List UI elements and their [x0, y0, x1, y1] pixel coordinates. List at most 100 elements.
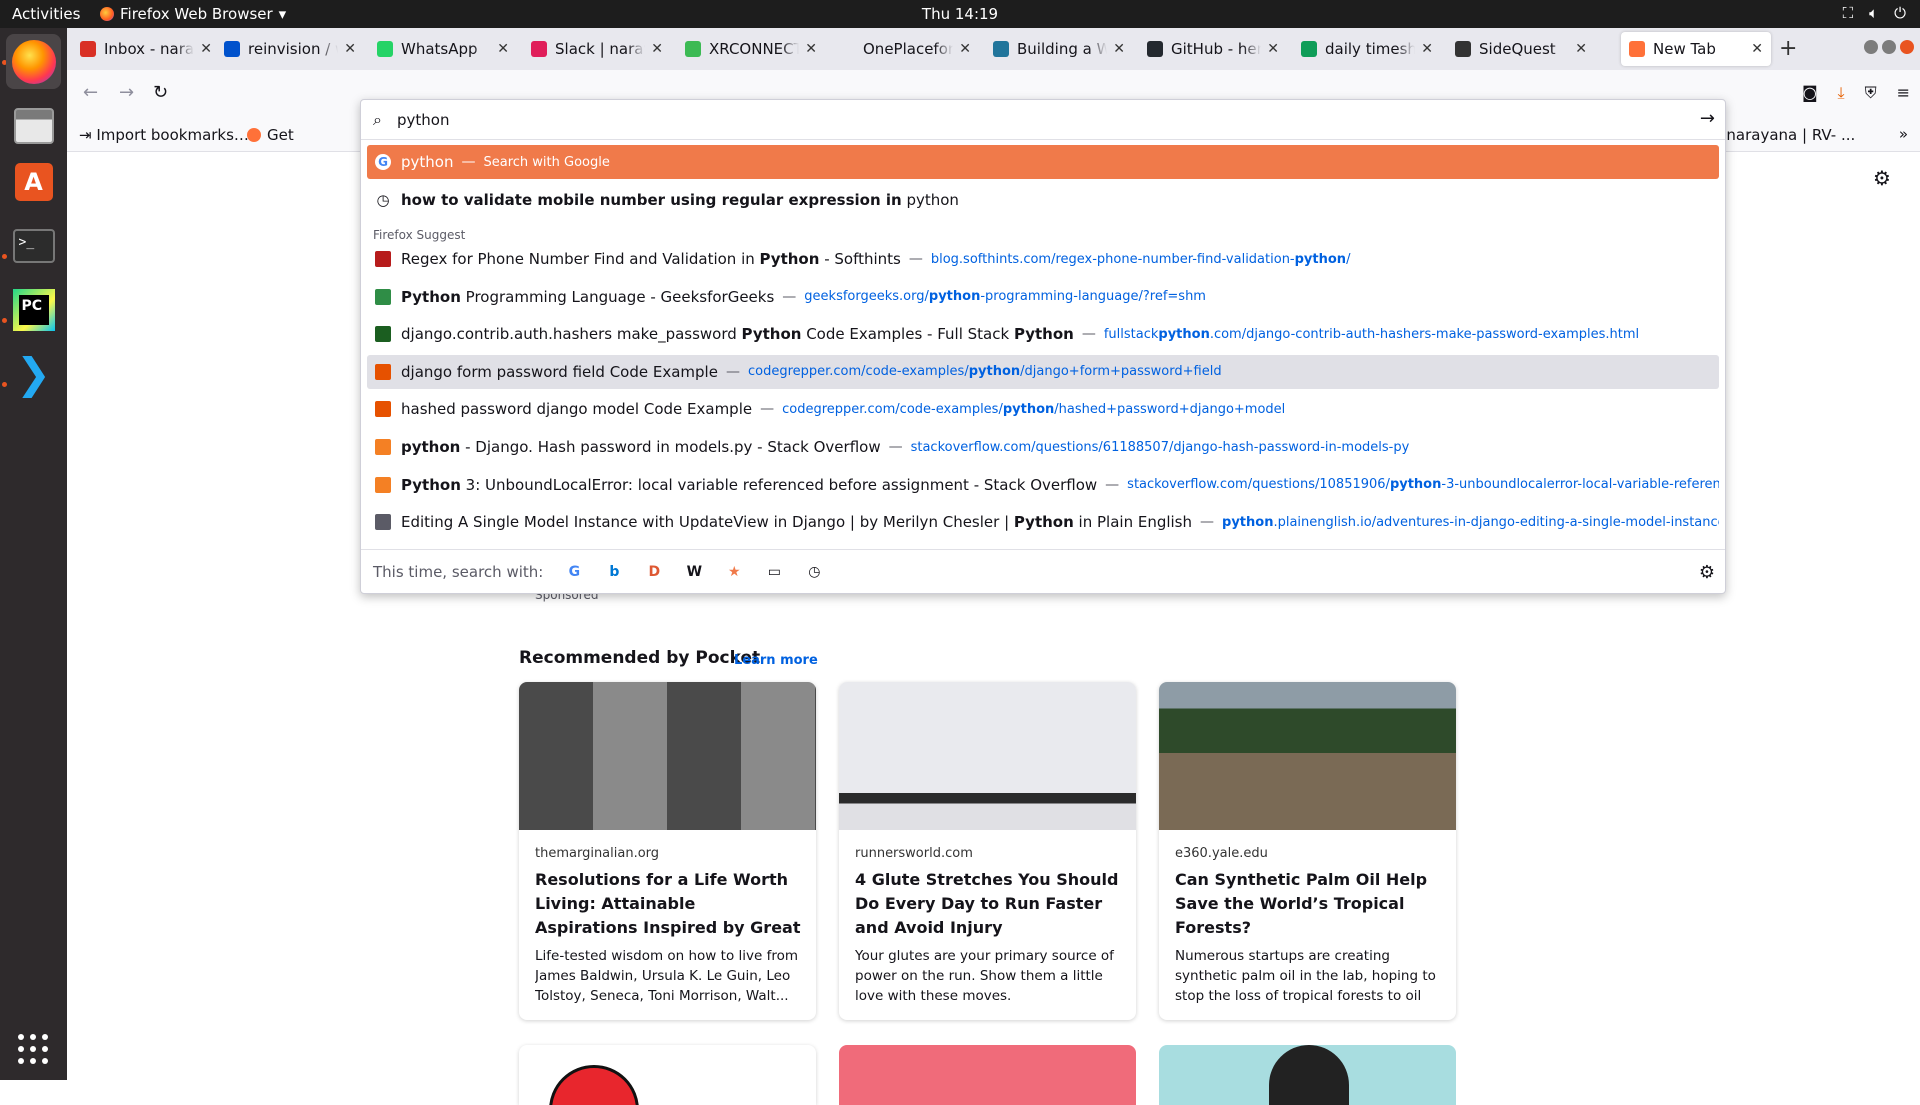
history-suggestion-row[interactable]: ◷ how to validate mobile number using re… — [367, 183, 1719, 217]
downloads-icon[interactable]: ⤓ — [1838, 83, 1845, 103]
go-arrow-icon[interactable]: → — [1700, 108, 1715, 129]
search-settings-gear-icon[interactable]: ⚙ — [1699, 562, 1715, 583]
tab-10[interactable]: New Tab ✕ — [1621, 32, 1771, 66]
tab-title: GitHub - heroku — [1171, 40, 1262, 58]
suggest-result-row[interactable]: Editing A Single Model Instance with Upd… — [367, 505, 1719, 539]
tab-favicon — [839, 41, 855, 57]
title-part: Programming Language - GeeksforGeeks — [460, 287, 775, 306]
card-title: Resolutions for a Life Worth Living: Att… — [535, 870, 801, 937]
power-icon[interactable]: ⏻ — [1894, 4, 1906, 22]
tab-close-icon[interactable]: ✕ — [1267, 41, 1279, 57]
tab-8[interactable]: daily timesheet ✕ — [1293, 32, 1441, 66]
tab-close-icon[interactable]: ✕ — [344, 41, 356, 57]
files-icon — [13, 107, 54, 144]
suggest-result-row[interactable]: Python Programming Language - GeeksforGe… — [367, 280, 1719, 314]
pocket-card[interactable]: themarginalian.org Resolutions for a Life… — [519, 682, 816, 1020]
clock[interactable]: Thu 14:19 — [0, 5, 1920, 23]
tab-close-icon[interactable]: ✕ — [959, 41, 971, 57]
history-text-bold: how to validate mobile number using regu… — [401, 191, 902, 209]
system-tray[interactable]: ⛶ 🔈︎ ⏻ — [1843, 4, 1906, 22]
url-input[interactable] — [397, 108, 1647, 132]
reload-icon[interactable]: ↻ — [153, 82, 168, 103]
site-favicon — [375, 363, 391, 380]
minimize-button[interactable] — [1864, 40, 1878, 54]
pocket-card[interactable]: e360.yale.edu Can Synthetic Palm Oil Help… — [1159, 682, 1456, 1020]
suggest-result-row[interactable]: django form password field Code Example —… — [367, 354, 1719, 389]
personalize-gear-icon[interactable]: ⚙ — [1873, 166, 1891, 190]
suggest-result-row[interactable]: python - Django. Hash password in models… — [367, 430, 1719, 464]
maximize-button[interactable] — [1882, 40, 1896, 54]
tab-0[interactable]: Inbox - narayana ✕ — [72, 32, 220, 66]
back-icon[interactable]: ← — [83, 82, 98, 103]
app-center-launcher[interactable]: A — [6, 154, 61, 209]
tab-2[interactable]: WhatsApp ✕ — [369, 32, 517, 66]
tab-1[interactable]: reinvision / web ✕ — [216, 32, 364, 66]
learn-more-link[interactable]: Learn more — [734, 653, 818, 668]
suggest-result-row[interactable]: Regex for Phone Number Find and Validati… — [367, 242, 1719, 276]
tab-close-icon[interactable]: ✕ — [651, 41, 663, 57]
pycharm-launcher[interactable]: PC — [6, 282, 61, 337]
pocket-card[interactable]: runnersworld.com 4 Glute Stretches You Sh… — [839, 682, 1136, 1020]
pocket-card-lower[interactable] — [519, 1045, 816, 1105]
url-part: -3-unboundlocalerror-local-variable-refe… — [1441, 477, 1719, 493]
import-bookmarks-link[interactable]: ⇥ Import bookmarks… — [79, 126, 249, 144]
duckduckgo-icon[interactable]: D — [645, 563, 663, 581]
url-part: blog.softhints.com/regex-phone-number-fi… — [930, 251, 1295, 267]
tab-close-icon[interactable]: ✕ — [497, 41, 509, 57]
volume-icon[interactable]: 🔈︎ — [1869, 4, 1878, 22]
suggest-result-row[interactable]: django.contrib.auth.hashers make_passwor… — [367, 317, 1719, 351]
separator: — — [725, 363, 740, 380]
url-part: stackoverflow.com/questions/61188507/dja… — [910, 439, 1410, 455]
tab-close-icon[interactable]: ✕ — [200, 41, 212, 57]
tab-favicon — [377, 41, 393, 57]
new-tab-button[interactable]: + — [1779, 36, 1797, 61]
tab-close-icon[interactable]: ✕ — [805, 41, 817, 57]
title-part: Python — [401, 287, 461, 306]
wikipedia-icon[interactable]: W — [685, 563, 703, 581]
pocket-card-lower[interactable] — [839, 1045, 1136, 1105]
search-suggestion-row[interactable]: G python — Search with Google — [367, 145, 1719, 179]
tab-6[interactable]: Building a Web ✕ — [985, 32, 1133, 66]
title-part: - Softhints — [819, 250, 901, 268]
hamburger-menu-icon[interactable]: ≡ — [1897, 83, 1910, 103]
card-image — [839, 682, 1136, 830]
bookmarks-overflow-icon[interactable]: » — [1899, 125, 1908, 143]
bing-icon[interactable]: b — [605, 563, 623, 581]
close-window-button[interactable] — [1900, 40, 1914, 54]
tab-close-icon[interactable]: ✕ — [1751, 41, 1763, 57]
tab-close-icon[interactable]: ✕ — [1575, 41, 1587, 57]
title-part: Python — [759, 250, 820, 268]
files-launcher[interactable] — [6, 98, 61, 153]
result-url: geeksforgeeks.org/python-programming-lan… — [804, 289, 1206, 304]
bookmark-get-label: Get — [267, 126, 294, 144]
history-icon[interactable]: ◷ — [805, 563, 823, 581]
tab-7[interactable]: GitHub - heroku ✕ — [1139, 32, 1287, 66]
pocket-card-lower[interactable] — [1159, 1045, 1456, 1105]
shield-icon[interactable]: ⛨ — [1865, 83, 1877, 103]
tab-favicon — [1147, 41, 1163, 57]
tab-5[interactable]: OnePlaceforAll ✕ — [831, 32, 979, 66]
tab-9[interactable]: SideQuest ✕ — [1447, 32, 1595, 66]
google-icon[interactable]: G — [565, 563, 583, 581]
tab-4[interactable]: XRCONNECT - ✕ — [677, 32, 825, 66]
network-icon[interactable]: ⛶ — [1843, 4, 1854, 22]
vscode-launcher[interactable]: ❯ — [6, 346, 61, 401]
tabs-icon[interactable]: ▭ — [765, 563, 783, 581]
tab-3[interactable]: Slack | narayana ✕ — [523, 32, 671, 66]
firefox-launcher[interactable] — [6, 34, 61, 89]
bookmark-get[interactable]: Get — [247, 126, 294, 144]
bookmarks-star-icon[interactable]: ★ — [725, 563, 743, 581]
tab-favicon — [531, 41, 547, 57]
tab-close-icon[interactable]: ✕ — [1113, 41, 1125, 57]
url-part: / — [1346, 251, 1351, 267]
suggest-result-row[interactable]: hashed password django model Code Exampl… — [367, 392, 1719, 426]
pocket-icon[interactable]: ◙ — [1802, 83, 1818, 103]
show-applications-button[interactable] — [18, 1034, 48, 1064]
suggest-result-row[interactable]: Python 3: UnboundLocalError: local varia… — [367, 468, 1719, 502]
terminal-launcher[interactable]: >_ — [6, 218, 61, 273]
tab-strip: Inbox - narayana✕reinvision / web✕WhatsA… — [67, 28, 1920, 70]
forward-icon[interactable]: → — [119, 82, 134, 103]
one-off-label: This time, search with: — [373, 562, 544, 581]
tab-close-icon[interactable]: ✕ — [1421, 41, 1433, 57]
url-part: python — [968, 364, 1021, 380]
